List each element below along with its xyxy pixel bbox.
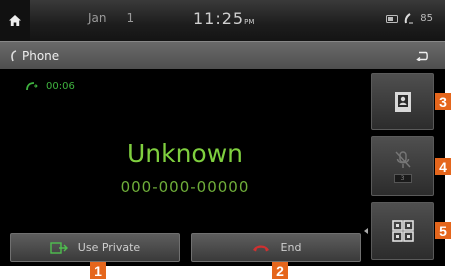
status-icons: 85 — [386, 13, 433, 24]
callout-2: 2 — [272, 262, 288, 279]
use-private-button[interactable]: Use Private — [10, 233, 180, 262]
private-mode-icon — [50, 241, 68, 254]
end-call-button[interactable]: End — [191, 233, 361, 262]
call-active-icon — [26, 82, 38, 91]
date-display: Jan 1 — [88, 11, 134, 25]
phone-icon — [11, 50, 17, 62]
call-info-panel: 00:06 Unknown 000-000-00000 — [0, 69, 370, 233]
callout-5: 5 — [435, 222, 451, 239]
end-call-label: End — [280, 241, 302, 254]
mic-mute-icon — [394, 150, 411, 168]
keypad-icon — [391, 220, 414, 242]
home-icon — [9, 15, 21, 26]
mute-button[interactable]: 3 — [371, 136, 434, 196]
time-value: 11:25 — [193, 9, 245, 28]
caller-number: 000-000-00000 — [120, 178, 250, 196]
clock: 11:25PM — [193, 9, 254, 28]
mute-state-indicator: 3 — [393, 173, 412, 183]
page-title: Phone — [10, 49, 59, 63]
side-panel-arrow — [364, 228, 368, 234]
page-title-text: Phone — [22, 49, 60, 63]
use-private-label: Use Private — [77, 241, 141, 254]
callout-1: 1 — [90, 262, 106, 279]
battery-indicator: 85 — [420, 13, 433, 24]
navigation-screen: Jan 1 11:25PM 85 Phone 00:06 Unknown 000… — [0, 0, 445, 266]
date-day: 1 — [126, 11, 135, 25]
keypad-button[interactable] — [371, 202, 434, 260]
title-bar: Phone — [0, 41, 445, 69]
caller-name: Unknown — [126, 139, 244, 168]
call-duration: 00:06 — [26, 81, 75, 92]
time-suffix: PM — [244, 18, 255, 26]
bluetooth-icon — [386, 14, 399, 23]
back-icon — [416, 51, 428, 61]
callout-3: 3 — [435, 93, 451, 110]
contacts-button[interactable] — [371, 73, 434, 130]
status-bar: Jan 1 11:25PM 85 — [0, 0, 445, 41]
call-duration-value: 00:06 — [46, 81, 75, 92]
callout-4: 4 — [435, 158, 451, 175]
back-button[interactable] — [407, 45, 437, 67]
contacts-icon — [394, 91, 411, 112]
home-button[interactable] — [0, 0, 30, 41]
signal-icon — [405, 13, 414, 24]
end-call-icon — [252, 245, 269, 251]
date-month: Jan — [88, 11, 107, 25]
